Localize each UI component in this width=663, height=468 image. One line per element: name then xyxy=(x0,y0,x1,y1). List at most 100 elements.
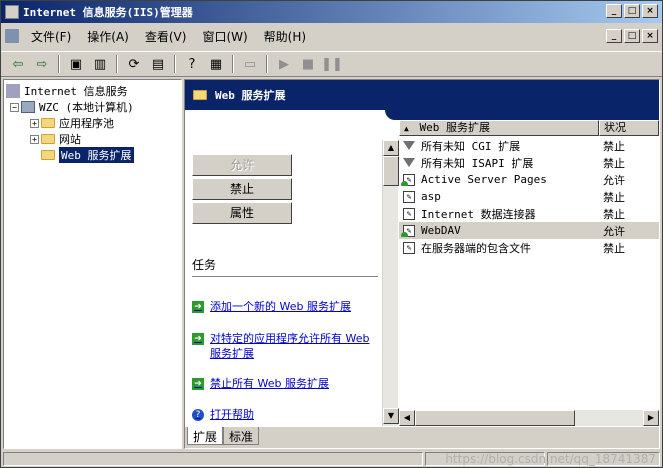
forward-arrow-icon[interactable]: ⇨ xyxy=(31,54,53,74)
details-pane: Web 服务扩展 允许 禁止 属性 任务 ➔ 添加一个新的 Web 服务扩展 ➔… xyxy=(184,79,660,449)
deny-button[interactable]: 禁止 xyxy=(192,178,292,200)
close-button[interactable]: × xyxy=(642,4,658,18)
sort-ascending-icon: ▲ xyxy=(404,124,409,133)
extension-icon: ✎ xyxy=(403,190,415,203)
extension-name: 所有未知 ISAPI 扩展 xyxy=(421,156,534,170)
scroll-up-icon[interactable]: ▲ xyxy=(383,140,399,156)
add-extension-link[interactable]: ➔ 添加一个新的 Web 服务扩展 xyxy=(192,299,378,314)
tree-label: WZC (本地计算机) xyxy=(39,101,134,114)
open-help-link[interactable]: ? 打开帮助 xyxy=(192,407,378,422)
list-item[interactable]: 所有未知 ISAPI 扩展 禁止 xyxy=(399,154,659,171)
scroll-down-icon[interactable]: ▼ xyxy=(383,408,399,424)
vertical-scrollbar[interactable]: ▲ ▼ xyxy=(382,140,399,426)
export-list-icon[interactable]: ▤ xyxy=(147,54,169,74)
list-item[interactable]: ✎ 在服务器端的包含文件 禁止 xyxy=(399,239,659,256)
list-item[interactable]: ✎ asp 禁止 xyxy=(399,188,659,205)
scroll-thumb[interactable] xyxy=(383,156,399,186)
play-icon[interactable]: ▶ xyxy=(273,54,295,74)
menu-view[interactable]: 查看(V) xyxy=(137,28,195,45)
extension-icon: ✎ xyxy=(403,207,415,220)
tree-item-websites[interactable]: + 网站 xyxy=(6,131,179,147)
show-tree-icon[interactable]: ▥ xyxy=(89,54,111,74)
expand-icon[interactable]: + xyxy=(30,118,39,128)
extension-status: 禁止 xyxy=(603,139,625,153)
deny-all-link[interactable]: ➔ 禁止所有 Web 服务扩展 xyxy=(192,376,378,391)
tree-item-computer[interactable]: − WZC (本地计算机) xyxy=(6,99,179,115)
tree-item-iis-root[interactable]: Internet 信息服务 xyxy=(6,83,179,99)
extension-name: asp xyxy=(421,190,441,203)
panel-title: Web 服务扩展 xyxy=(215,89,286,102)
extension-icon: ✎ xyxy=(403,241,415,254)
child-minimize-button[interactable]: _ xyxy=(606,29,622,43)
funnel-icon xyxy=(403,158,415,167)
properties-icon[interactable]: ▦ xyxy=(205,54,227,74)
menu-bar: 文件(F) 操作(A) 查看(V) 窗口(W) 帮助(H) _ □ × xyxy=(1,24,662,48)
list-item[interactable]: ✎ Internet 数据连接器 禁止 xyxy=(399,205,659,222)
help-icon[interactable]: ? xyxy=(181,54,203,74)
column-header-status[interactable]: 状况 xyxy=(599,120,659,136)
pause-icon[interactable]: ❚❚ xyxy=(321,54,343,74)
list-item[interactable]: ✎ Active Server Pages 允许 xyxy=(399,171,659,188)
computer-icon[interactable]: ▭ xyxy=(239,54,261,74)
extension-actions: 允许 禁止 属性 任务 ➔ 添加一个新的 Web 服务扩展 ➔ 对特定的应用程序… xyxy=(187,110,385,426)
menu-window[interactable]: 窗口(W) xyxy=(194,28,255,45)
watermark: https://blog.csdn.net/qq_18741387 xyxy=(445,452,656,466)
refresh-icon[interactable]: ⟳ xyxy=(123,54,145,74)
allow-button[interactable]: 允许 xyxy=(192,154,292,176)
extension-status: 禁止 xyxy=(603,156,625,170)
minimize-button[interactable]: _ xyxy=(606,4,622,18)
arrow-right-icon: ➔ xyxy=(192,378,204,390)
extension-name: Internet 数据连接器 xyxy=(421,207,536,221)
horizontal-scrollbar[interactable]: ◀ ▶ xyxy=(399,410,659,426)
column-header-extension[interactable]: ▲ Web 服务扩展 xyxy=(399,120,599,136)
expand-icon[interactable]: + xyxy=(30,134,39,144)
header-curve xyxy=(385,110,659,120)
child-close-button[interactable]: × xyxy=(642,29,658,43)
menu-file[interactable]: 文件(F) xyxy=(23,28,79,45)
extension-allowed-icon: ✎ xyxy=(401,173,415,186)
scroll-thumb[interactable] xyxy=(415,410,575,426)
extension-name: Active Server Pages xyxy=(421,173,547,186)
collapse-icon[interactable]: − xyxy=(10,102,19,112)
iis-manager-window: Internet 信息服务(IIS)管理器 _ □ × 文件(F) 操作(A) … xyxy=(0,0,663,468)
toolbar-separator xyxy=(174,55,176,73)
tree-item-app-pools[interactable]: + 应用程序池 xyxy=(6,115,179,131)
funnel-icon xyxy=(403,141,415,150)
menu-action[interactable]: 操作(A) xyxy=(79,28,137,45)
help-icon: ? xyxy=(192,409,204,421)
tab-standard[interactable]: 标准 xyxy=(223,427,260,445)
extension-allowed-icon: ✎ xyxy=(401,224,415,237)
window-title: Internet 信息服务(IIS)管理器 xyxy=(23,6,193,19)
panel-header: Web 服务扩展 xyxy=(185,80,659,110)
task-label: 添加一个新的 Web 服务扩展 xyxy=(210,300,351,313)
tab-extended[interactable]: 扩展 xyxy=(187,427,224,445)
list-item-selected[interactable]: ✎ WebDAV 允许 xyxy=(399,222,659,239)
tree-item-web-service-extensions[interactable]: Web 服务扩展 xyxy=(6,147,179,163)
arrow-right-icon: ➔ xyxy=(192,301,204,313)
toolbar-separator xyxy=(58,55,60,73)
list-item[interactable]: 所有未知 CGI 扩展 禁止 xyxy=(399,137,659,154)
stop-icon[interactable]: ■ xyxy=(297,54,319,74)
back-arrow-icon[interactable]: ⇦ xyxy=(7,54,29,74)
tasks-label: 任务 xyxy=(192,258,217,272)
console-tree: Internet 信息服务 − WZC (本地计算机) + 应用程序池 + 网站… xyxy=(3,79,182,449)
extension-name: 所有未知 CGI 扩展 xyxy=(421,139,521,153)
toolbar-separator xyxy=(266,55,268,73)
mmc-icon xyxy=(5,29,19,43)
iis-icon xyxy=(6,84,20,98)
scroll-right-icon[interactable]: ▶ xyxy=(643,410,659,426)
maximize-button[interactable]: □ xyxy=(624,4,640,18)
tree-label: Internet 信息服务 xyxy=(24,85,128,98)
menu-help[interactable]: 帮助(H) xyxy=(256,28,314,45)
scroll-left-icon[interactable]: ◀ xyxy=(399,410,415,426)
tree-label: 应用程序池 xyxy=(59,117,114,130)
properties-button[interactable]: 属性 xyxy=(192,202,292,224)
child-restore-button[interactable]: □ xyxy=(624,29,640,43)
allow-all-for-app-link[interactable]: ➔ 对特定的应用程序允许所有 Web 服务扩展 xyxy=(192,331,378,361)
tree-label: Web 服务扩展 xyxy=(59,147,134,163)
folder-icon xyxy=(41,150,55,160)
toolbar-separator xyxy=(232,55,234,73)
extension-name: 在服务器端的包含文件 xyxy=(421,241,531,255)
title-bar[interactable]: Internet 信息服务(IIS)管理器 _ □ × xyxy=(1,1,662,23)
up-folder-icon[interactable]: ▣ xyxy=(65,54,87,74)
